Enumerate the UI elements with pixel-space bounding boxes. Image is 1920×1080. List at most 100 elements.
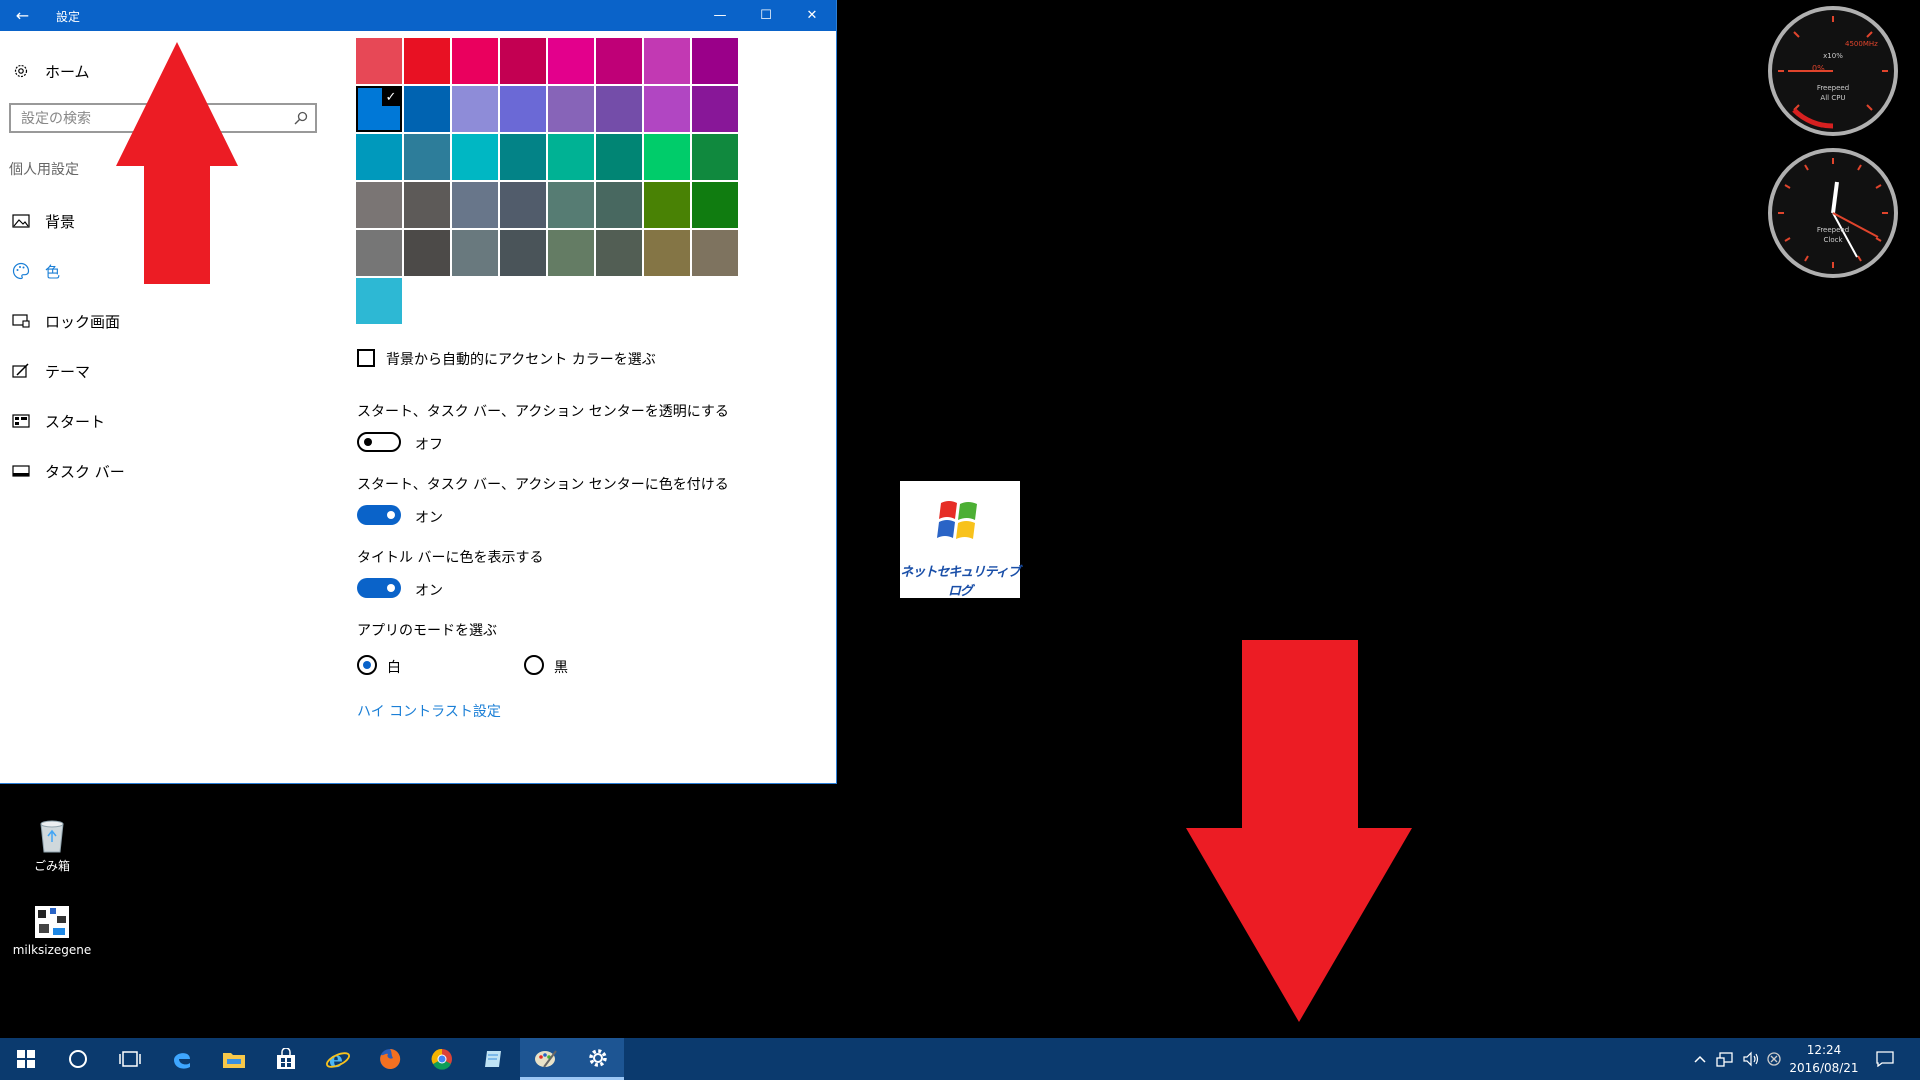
color-swatch[interactable]	[548, 182, 594, 228]
color-swatch[interactable]	[644, 230, 690, 276]
section-label: 個人用設定	[9, 162, 79, 178]
taskbar-icon	[11, 465, 31, 477]
color-swatch[interactable]	[356, 182, 402, 228]
color-swatch[interactable]	[548, 230, 594, 276]
color-swatch[interactable]	[692, 86, 738, 132]
network-button[interactable]	[1712, 1038, 1738, 1080]
blog-logo: ネットセキュリティブログ	[900, 481, 1021, 599]
color-swatch[interactable]	[452, 182, 498, 228]
color-swatch[interactable]	[692, 182, 738, 228]
store-button[interactable]	[260, 1038, 312, 1080]
sidebar-item-start[interactable]: スタート	[0, 401, 330, 441]
color-swatch[interactable]	[452, 38, 498, 84]
sidebar-item-taskbar[interactable]: タスク バー	[0, 451, 330, 491]
windows-start-button[interactable]	[0, 1038, 52, 1080]
recycle-bin-shortcut[interactable]: ごみ箱	[12, 816, 92, 874]
firefox-icon	[380, 1048, 401, 1069]
color-swatch[interactable]	[692, 230, 738, 276]
colors-content: ✓ 背景から自動的にアクセント カラーを選ぶ スタート、タスク バー、アクション…	[356, 31, 836, 783]
chrome-icon	[431, 1048, 452, 1070]
color-swatch[interactable]	[452, 230, 498, 276]
color-swatch[interactable]	[356, 230, 402, 276]
color-swatch[interactable]	[644, 134, 690, 180]
close-button[interactable]: ✕	[789, 0, 835, 31]
color-swatch[interactable]	[452, 86, 498, 132]
app-mode-label: アプリのモードを選ぶ	[357, 623, 497, 639]
color-start-toggle[interactable]	[357, 505, 401, 525]
color-swatch[interactable]: ✓	[356, 86, 402, 132]
action-center-button[interactable]	[1862, 1038, 1908, 1080]
color-swatch[interactable]	[500, 134, 546, 180]
red-arrow-up	[116, 42, 238, 284]
ie-button[interactable]: e	[312, 1038, 364, 1080]
settings-button[interactable]	[572, 1038, 624, 1080]
cpu-gauge: 4500MHz x10% 0% Freepeed All CPU	[1768, 6, 1898, 136]
color-swatch[interactable]	[356, 278, 402, 324]
color-swatch[interactable]	[596, 38, 642, 84]
firefox-button[interactable]	[364, 1038, 416, 1080]
clock-gauge-brand: Freepeed	[1817, 226, 1849, 234]
color-swatch[interactable]	[404, 182, 450, 228]
color-swatch[interactable]	[692, 134, 738, 180]
color-swatch[interactable]	[644, 182, 690, 228]
volume-button[interactable]	[1738, 1038, 1764, 1080]
color-swatch[interactable]	[644, 38, 690, 84]
color-swatch[interactable]	[596, 134, 642, 180]
sidebar-item-label: 色	[45, 262, 61, 281]
mode-light-radio[interactable]	[357, 655, 377, 675]
file-explorer-button[interactable]	[208, 1038, 260, 1080]
notepad-button[interactable]	[468, 1038, 520, 1080]
minimize-button[interactable]: —	[697, 0, 743, 31]
color-swatch[interactable]	[596, 182, 642, 228]
color-swatch[interactable]	[548, 86, 594, 132]
color-swatch[interactable]	[500, 86, 546, 132]
high-contrast-link[interactable]: ハイ コントラスト設定	[357, 701, 501, 721]
transparency-toggle[interactable]	[357, 432, 401, 452]
sidebar-item-themes[interactable]: テーマ	[0, 351, 330, 391]
color-start-state: オン	[415, 510, 443, 526]
color-swatch[interactable]	[548, 134, 594, 180]
cpu-gauge-percent: 0%	[1812, 64, 1825, 73]
show-hidden-icons-button[interactable]	[1688, 1038, 1712, 1080]
clock-date[interactable]: 2016/08/21	[1786, 1061, 1862, 1075]
color-swatch[interactable]	[500, 230, 546, 276]
color-swatch[interactable]	[500, 182, 546, 228]
checkmark-icon: ✓	[382, 88, 400, 106]
color-swatch[interactable]	[596, 86, 642, 132]
color-swatch[interactable]	[452, 134, 498, 180]
mode-dark-label: 黒	[554, 660, 568, 676]
color-swatch[interactable]	[692, 38, 738, 84]
cpu-gauge-brand: Freepeed	[1817, 84, 1849, 92]
clock-time[interactable]: 12:24	[1786, 1043, 1862, 1057]
mode-dark-radio[interactable]	[524, 655, 544, 675]
color-swatch[interactable]	[356, 38, 402, 84]
color-swatch[interactable]	[404, 38, 450, 84]
windows-flag-icon	[937, 501, 977, 539]
settings-gear-icon	[589, 1048, 607, 1067]
color-swatch[interactable]	[500, 38, 546, 84]
color-swatch[interactable]	[404, 134, 450, 180]
maximize-button[interactable]: ☐	[743, 0, 789, 31]
store-icon	[277, 1048, 295, 1069]
sidebar-item-lock-screen[interactable]: ロック画面	[0, 301, 330, 341]
color-swatch[interactable]	[596, 230, 642, 276]
theme-icon	[11, 363, 31, 379]
color-swatch[interactable]	[548, 38, 594, 84]
chrome-button[interactable]	[416, 1038, 468, 1080]
color-swatch[interactable]	[404, 230, 450, 276]
auto-accent-checkbox[interactable]	[357, 349, 375, 367]
back-button[interactable]: ←	[0, 0, 45, 31]
milksizegene-shortcut[interactable]: milksizegene	[12, 904, 92, 957]
status-tray-button[interactable]	[1762, 1038, 1786, 1080]
color-swatch[interactable]	[356, 134, 402, 180]
sidebar-item-label: テーマ	[45, 362, 91, 381]
task-view-button[interactable]	[104, 1038, 156, 1080]
color-swatch[interactable]	[644, 86, 690, 132]
titlebar-color-toggle[interactable]	[357, 578, 401, 598]
cortana-button[interactable]	[52, 1038, 104, 1080]
network-icon	[1716, 1052, 1733, 1067]
paint-button[interactable]	[520, 1038, 572, 1080]
color-swatch[interactable]	[404, 86, 450, 132]
search-icon[interactable]	[293, 110, 309, 130]
edge-button[interactable]	[156, 1038, 208, 1080]
